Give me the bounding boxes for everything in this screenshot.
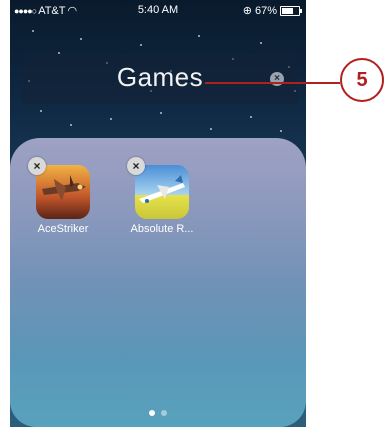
page-dot-2[interactable] [161, 410, 167, 416]
star [32, 30, 34, 32]
star [280, 130, 282, 132]
star [198, 35, 200, 37]
star [250, 116, 252, 118]
folder-title[interactable]: Games [22, 62, 298, 93]
callout-number-badge: 5 [340, 58, 384, 102]
star [140, 44, 142, 46]
callout-line [205, 82, 340, 84]
star [210, 128, 212, 130]
app-label: Absolute R... [130, 223, 194, 235]
star [160, 112, 162, 114]
star [260, 42, 262, 44]
battery-group: ⊕ 67% [242, 4, 302, 17]
plane-fighter-icon[interactable] [36, 165, 90, 219]
star [110, 118, 112, 120]
app-acestriker[interactable]: × AceStriker [28, 157, 98, 235]
status-bar: ●●●●○ AT&T ◠ 5:40 AM ⊕ 67% [10, 0, 306, 20]
star [70, 124, 72, 126]
page-indicator[interactable] [10, 410, 306, 416]
phone-screen: ●●●●○ AT&T ◠ 5:40 AM ⊕ 67% Games × × Ace… [10, 0, 306, 427]
delete-badge-absolute-rc[interactable]: × [127, 157, 145, 175]
battery-icon [280, 5, 302, 16]
star [80, 38, 82, 40]
page-dot-1[interactable] [149, 410, 155, 416]
app-label: AceStriker [37, 223, 89, 235]
battery-percent: 67% [254, 4, 277, 17]
rc-plane-icon[interactable] [135, 165, 189, 219]
app-absolute-rc[interactable]: × Absolute R... [127, 157, 197, 235]
rotation-lock-icon: ⊕ [242, 5, 252, 17]
star [40, 110, 42, 112]
folder-title-bar[interactable]: Games × [22, 54, 298, 104]
delete-badge-acestriker[interactable]: × [28, 157, 46, 175]
